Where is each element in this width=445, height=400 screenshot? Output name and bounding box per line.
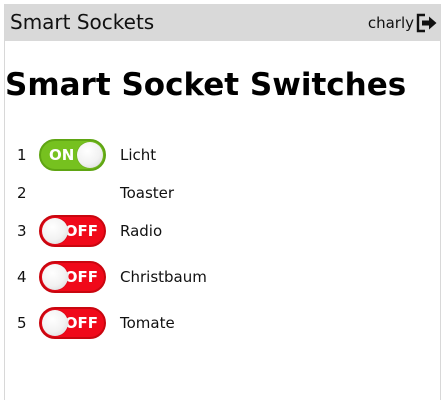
username[interactable]: charly: [368, 13, 414, 33]
toggle-knob[interactable]: [42, 264, 68, 290]
socket-name: Radio: [120, 222, 163, 240]
socket-name: Christbaum: [120, 268, 207, 286]
socket-row: 3 OFF Radio: [5, 213, 435, 259]
socket-row: 5 OFF Tomate: [5, 305, 435, 351]
socket-name: Tomate: [120, 314, 175, 332]
user-logout-link[interactable]: charly: [368, 13, 438, 33]
socket-toggle-off[interactable]: OFF: [39, 215, 106, 247]
header-bar: Smart Sockets charly: [5, 4, 440, 41]
toggle-knob[interactable]: [42, 218, 68, 244]
toggle-state-label: OFF: [64, 268, 98, 286]
app-frame: Smart Sockets charly Smart Socket Switch…: [4, 4, 441, 400]
socket-number: 5: [17, 314, 27, 332]
socket-toggle-on[interactable]: ON: [39, 139, 106, 171]
socket-row: 1 ON Licht: [5, 137, 435, 175]
toggle-state-label: ON: [49, 146, 75, 164]
socket-number: 4: [17, 268, 27, 286]
socket-toggle-off[interactable]: OFF: [39, 261, 106, 293]
app-title: Smart Sockets: [10, 10, 155, 34]
toggle-state-label: OFF: [64, 314, 98, 332]
socket-list: 1 ON Licht 2 Toaster 3 OFF Radio 4 OFF Christbaum 5…: [5, 137, 435, 351]
socket-row: 4 OFF Christbaum: [5, 259, 435, 305]
socket-name: Toaster: [120, 184, 175, 202]
socket-name: Licht: [120, 146, 157, 164]
toggle-state-label: OFF: [64, 222, 98, 240]
socket-number: 3: [17, 222, 27, 240]
page-title: Smart Socket Switches: [5, 67, 407, 103]
socket-row: 2 Toaster: [5, 175, 435, 213]
socket-number: 2: [17, 184, 27, 202]
socket-toggle-off[interactable]: OFF: [39, 307, 106, 339]
logout-icon[interactable]: [416, 13, 438, 33]
socket-number: 1: [17, 146, 27, 164]
toggle-knob[interactable]: [42, 310, 68, 336]
toggle-knob[interactable]: [77, 142, 103, 168]
